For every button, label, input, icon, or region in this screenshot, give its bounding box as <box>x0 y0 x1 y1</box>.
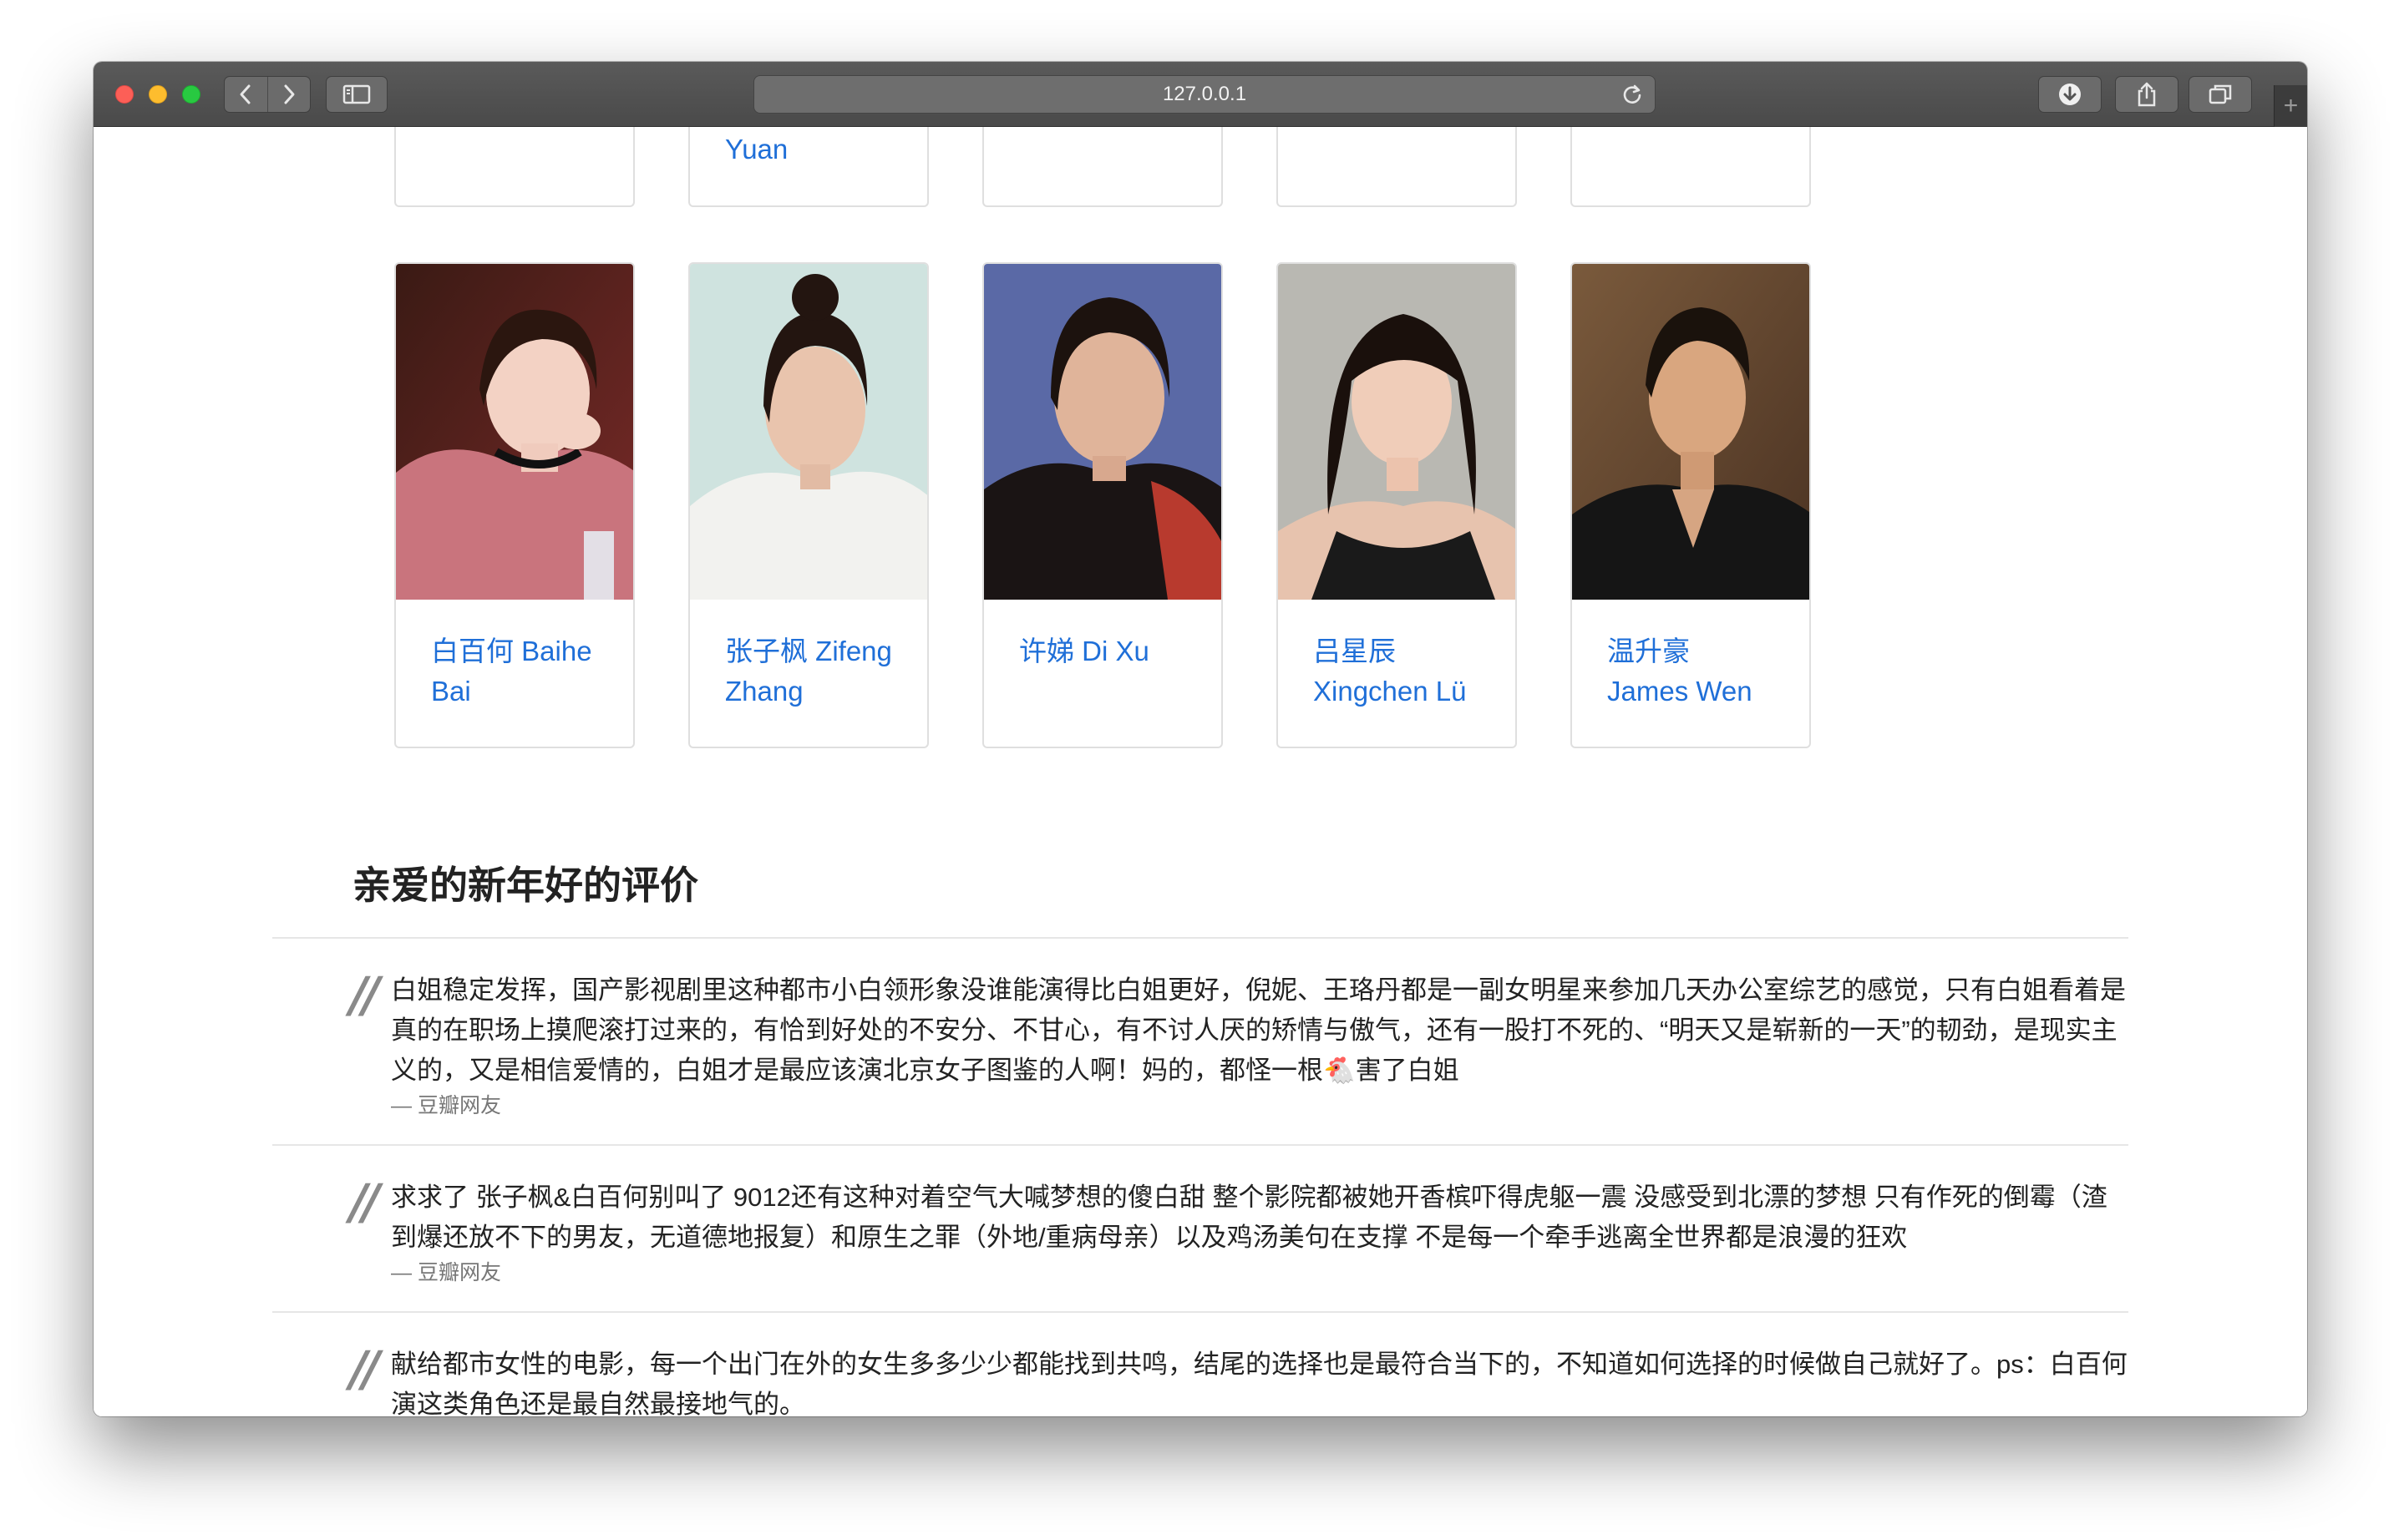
share-icon <box>2138 82 2156 107</box>
browser-toolbar: 127.0.0.1 + <box>94 62 2307 127</box>
cast-photo[interactable] <box>1278 264 1515 600</box>
review-author: — 豆瓣网友 <box>391 1261 501 1284</box>
cast-card-partial[interactable] <box>394 127 635 207</box>
cast-photo[interactable] <box>984 264 1221 600</box>
review-text: 白姐稳定发挥，国产影视剧里这种都市小白领形象没谁能演得比白姐更好，倪妮、王珞丹都… <box>391 975 2126 1085</box>
divider <box>272 937 2128 939</box>
review-item: // 求求了 张子枫&白百何别叫了 9012还有这种对着空气大喊梦想的傻白甜 整… <box>349 1178 2128 1288</box>
cast-name[interactable]: 张子枫 Zifeng Zhang <box>690 600 927 747</box>
review-text: 求求了 张子枫&白百何别叫了 9012还有这种对着空气大喊梦想的傻白甜 整个影院… <box>391 1183 2107 1252</box>
cast-name[interactable]: 吕星辰 Xingchen Lü <box>1278 600 1515 747</box>
cast-name[interactable]: 白百何 Baihe Bai <box>396 600 633 747</box>
cast-name[interactable]: 许娣 Di Xu <box>984 600 1221 747</box>
cast-photo[interactable] <box>1572 264 1809 600</box>
browser-window: 127.0.0.1 + Yuan 白百何 Baihe Bai 张子枫 Zifen… <box>94 62 2307 1416</box>
cast-name[interactable]: 温升豪 James Wen <box>1572 600 1809 747</box>
cast-photo[interactable] <box>690 264 927 600</box>
tabs-icon <box>2209 84 2232 104</box>
forward-button[interactable] <box>266 77 311 112</box>
cast-card-partial[interactable] <box>1570 127 1811 207</box>
cast-card[interactable]: 温升豪 James Wen <box>1570 262 1811 748</box>
tabs-overview-button[interactable] <box>2189 76 2252 113</box>
review-item: // 献给都市女性的电影，每一个出门在外的女生多多少少都能找到共鸣，结尾的选择也… <box>349 1345 2128 1416</box>
share-button[interactable] <box>2115 76 2178 113</box>
cast-card[interactable]: 白百何 Baihe Bai <box>394 262 635 748</box>
divider <box>272 1311 2128 1313</box>
minimize-window-button[interactable] <box>149 85 167 104</box>
plus-icon: + <box>2283 92 2299 119</box>
address-bar[interactable]: 127.0.0.1 <box>753 75 1656 114</box>
sidebar-toggle-button[interactable] <box>326 76 388 113</box>
cast-card[interactable]: 吕星辰 Xingchen Lü <box>1276 262 1517 748</box>
quote-icon: // <box>349 966 379 1023</box>
new-tab-button[interactable]: + <box>2274 85 2307 127</box>
cast-card[interactable]: 张子枫 Zifeng Zhang <box>688 262 929 748</box>
cast-card-partial[interactable] <box>1276 127 1517 207</box>
url-text: 127.0.0.1 <box>1162 83 1247 105</box>
page-content: Yuan 白百何 Baihe Bai 张子枫 Zifeng Zhang 许娣 D… <box>94 127 2307 1416</box>
cast-card-partial[interactable]: Yuan <box>688 127 929 207</box>
sidebar-icon <box>342 84 371 104</box>
cast-photo[interactable] <box>396 264 633 600</box>
cast-name[interactable]: Yuan <box>725 134 788 165</box>
navigation-buttons <box>224 76 311 113</box>
chevron-right-icon <box>284 84 295 104</box>
zoom-window-button[interactable] <box>182 85 200 104</box>
downloads-button[interactable] <box>2038 76 2102 113</box>
reload-icon[interactable] <box>1621 84 1643 105</box>
cast-card-partial[interactable] <box>982 127 1223 207</box>
download-icon <box>2059 84 2081 105</box>
back-button[interactable] <box>225 77 267 112</box>
quote-icon: // <box>349 1173 379 1230</box>
section-title: 亲爱的新年好的评价 <box>352 864 698 907</box>
quote-icon: // <box>349 1340 379 1397</box>
cast-card[interactable]: 许娣 Di Xu <box>982 262 1223 748</box>
divider <box>272 1144 2128 1146</box>
close-window-button[interactable] <box>115 85 134 104</box>
review-text: 献给都市女性的电影，每一个出门在外的女生多多少少都能找到共鸣，结尾的选择也是最符… <box>391 1350 2128 1416</box>
review-author: — 豆瓣网友 <box>391 1094 501 1117</box>
chevron-left-icon <box>240 84 251 104</box>
review-item: // 白姐稳定发挥，国产影视剧里这种都市小白领形象没谁能演得比白姐更好，倪妮、王… <box>349 970 2128 1121</box>
